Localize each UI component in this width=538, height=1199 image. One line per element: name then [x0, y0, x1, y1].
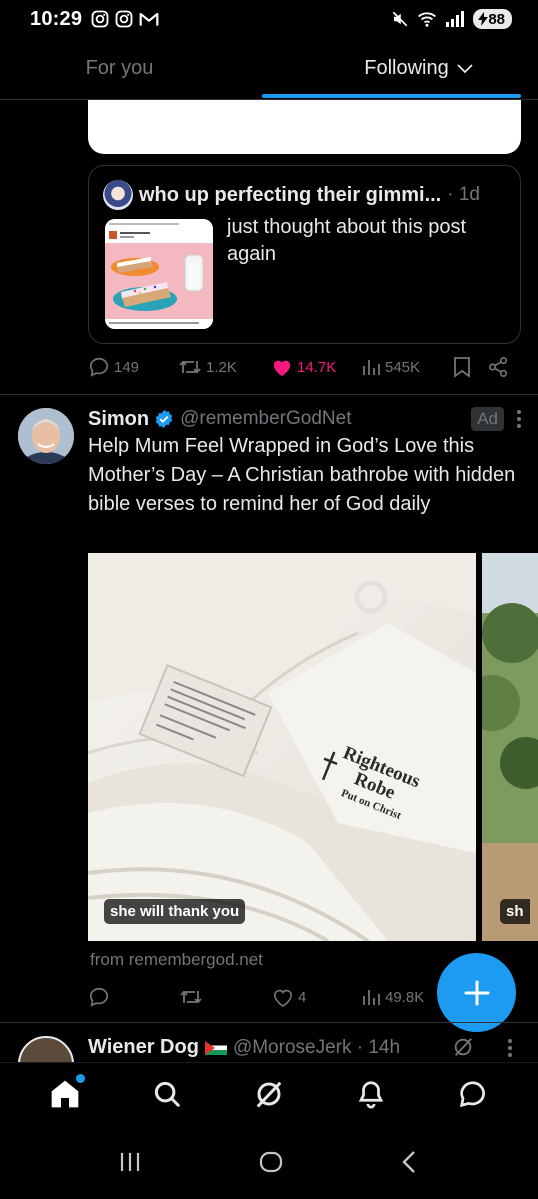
- charging-icon: [478, 12, 489, 26]
- notification-dot: [76, 1073, 85, 1083]
- tweet-media-image-2[interactable]: sh: [482, 553, 538, 941]
- profile-photo: [18, 408, 74, 464]
- search-icon: [154, 1081, 180, 1107]
- reply-button[interactable]: [88, 986, 179, 1008]
- quoted-tweet-time: · 1d: [447, 184, 480, 205]
- next-tweet[interactable]: Wiener Dog @MoroseJerk · 14h: [0, 1034, 538, 1062]
- views-button[interactable]: 49.8K: [361, 987, 424, 1007]
- palestine-flag-icon: [204, 1040, 227, 1055]
- author-name[interactable]: Simon: [88, 408, 149, 431]
- reply-icon: [89, 357, 108, 377]
- active-tab-indicator: [262, 94, 521, 98]
- tweet-divider: [0, 394, 538, 395]
- ad-source-link[interactable]: from remembergod.net: [90, 950, 263, 970]
- quoted-tweet[interactable]: who up perfecting their gimmi... · 1d ju…: [88, 165, 521, 344]
- food-photo-image: [105, 219, 213, 329]
- bottom-navigation: [0, 1062, 538, 1124]
- tweet-actions: 149 1.2K 14.7K 545K: [88, 356, 522, 378]
- recent-apps-icon[interactable]: [118, 1151, 142, 1173]
- quoted-tweet-text: just thought about this post again: [227, 216, 467, 265]
- avatar[interactable]: [18, 408, 74, 464]
- bookmark-button[interactable]: [453, 356, 487, 378]
- author-name[interactable]: Wiener Dog: [88, 1036, 199, 1059]
- chevron-down-icon[interactable]: [457, 63, 473, 74]
- back-icon[interactable]: [400, 1150, 420, 1174]
- avatar[interactable]: [18, 1036, 74, 1062]
- heart-filled-icon: [273, 360, 291, 377]
- mute-icon: [392, 11, 408, 27]
- like-count: 14.7K: [297, 358, 337, 376]
- timeline-tabs: For you Following: [0, 38, 538, 100]
- bell-icon: [358, 1080, 384, 1108]
- chat-bubble-icon: [460, 1080, 485, 1107]
- tweet-divider: [0, 1022, 538, 1023]
- repost-icon: [179, 360, 201, 374]
- nav-messages[interactable]: [443, 1064, 503, 1124]
- compose-button[interactable]: [437, 953, 516, 1032]
- repost-button[interactable]: [179, 987, 272, 1007]
- tweet-text: Help Mum Feel Wrapped in God’s Love this…: [88, 435, 516, 515]
- bathrobe-photo: Righteous Robe Put on Christ: [88, 553, 476, 941]
- previous-media-card[interactable]: [88, 100, 521, 154]
- battery-indicator: 88: [473, 9, 512, 29]
- signal-icon: [446, 11, 465, 27]
- plus-icon: [464, 980, 489, 1005]
- grok-icon[interactable]: [452, 1036, 474, 1058]
- reply-button[interactable]: 149: [88, 356, 178, 378]
- bookmark-icon: [454, 357, 470, 378]
- reply-icon: [89, 987, 108, 1007]
- repost-button[interactable]: 1.2K: [178, 357, 271, 377]
- status-bar: 10:29 88: [0, 0, 538, 38]
- heart-icon: [273, 989, 293, 1007]
- like-button[interactable]: 14.7K: [271, 357, 361, 377]
- more-options-icon[interactable]: [507, 1038, 513, 1058]
- grok-icon: [256, 1081, 282, 1108]
- wifi-icon: [418, 12, 437, 27]
- more-options-icon[interactable]: [516, 409, 522, 429]
- repost-icon: [180, 990, 202, 1004]
- tab-for-you-label: For you: [85, 57, 154, 79]
- views-icon: [363, 360, 380, 375]
- like-count: 4: [298, 988, 307, 1006]
- avatar: [103, 180, 133, 210]
- share-icon: [488, 357, 508, 377]
- instagram-icon: [115, 10, 133, 28]
- tweet-media-image[interactable]: Righteous Robe Put on Christ she will th…: [88, 553, 476, 941]
- author-handle[interactable]: @MoroseJerk · 14h: [233, 1037, 400, 1059]
- nav-notifications[interactable]: [341, 1064, 401, 1124]
- views-icon: [363, 990, 380, 1005]
- reply-count: 149: [114, 358, 140, 376]
- system-navigation-bar: [0, 1124, 538, 1199]
- tab-following-label: Following: [364, 57, 449, 79]
- repost-count: 1.2K: [206, 358, 237, 376]
- notification-icons: [91, 10, 159, 28]
- battery-level: 88: [488, 10, 505, 28]
- share-button[interactable]: [487, 356, 509, 378]
- media-caption: she will thank you: [104, 899, 246, 924]
- garden-photo: [482, 553, 538, 941]
- views-count: 49.8K: [385, 988, 425, 1006]
- gmail-icon: [139, 12, 159, 26]
- home-button-icon[interactable]: [259, 1150, 283, 1174]
- media-caption-2: sh: [500, 899, 530, 924]
- author-handle[interactable]: @rememberGodNet: [180, 408, 351, 430]
- nav-grok[interactable]: [239, 1064, 299, 1124]
- home-icon: [51, 1080, 79, 1107]
- quoted-tweet-author: who up perfecting their gimmi...: [139, 183, 442, 206]
- views-button[interactable]: 545K: [361, 357, 453, 377]
- instagram-icon: [91, 10, 109, 28]
- tab-following[interactable]: Following: [299, 38, 538, 99]
- quoted-tweet-header: who up perfecting their gimmi... · 1d: [103, 180, 506, 210]
- ad-badge: Ad: [471, 407, 504, 431]
- tab-for-you[interactable]: For you: [0, 38, 299, 99]
- like-button[interactable]: 4: [272, 987, 361, 1007]
- views-count: 545K: [385, 358, 421, 376]
- nav-search[interactable]: [137, 1064, 197, 1124]
- tweet-header: Simon @rememberGodNet Ad: [88, 404, 522, 434]
- tweet-header: Wiener Dog @MoroseJerk · 14h: [88, 1036, 400, 1059]
- verified-badge-icon: [155, 409, 173, 429]
- nav-home[interactable]: [35, 1064, 95, 1124]
- clock: 10:29: [30, 7, 83, 30]
- quoted-tweet-thumbnail: [105, 219, 213, 329]
